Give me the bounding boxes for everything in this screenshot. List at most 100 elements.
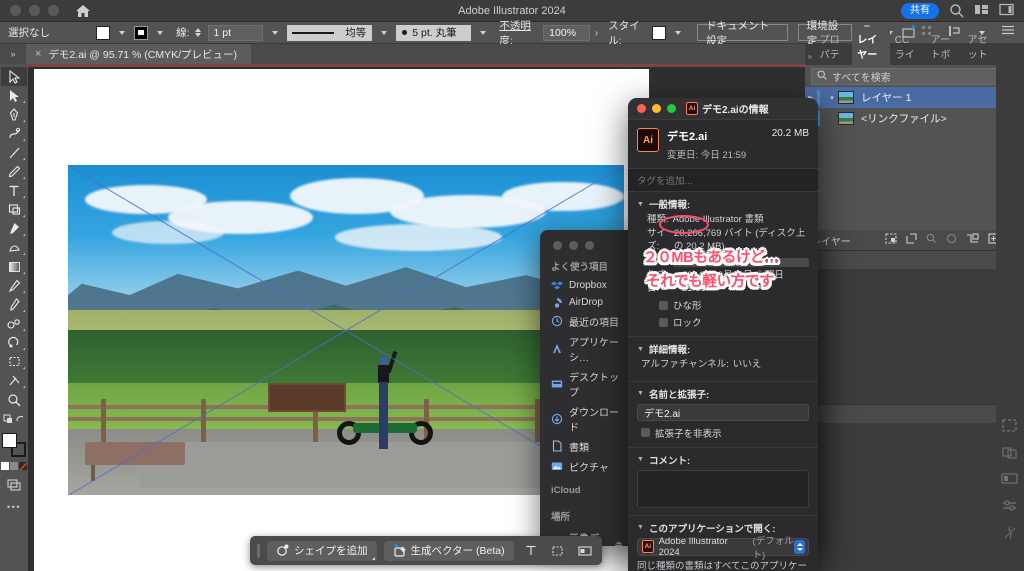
new-sublayer-icon[interactable] — [966, 233, 979, 247]
stroke-dropdown-caret-icon[interactable] — [157, 30, 164, 35]
delete-layer-icon[interactable] — [1008, 233, 1018, 247]
sidebar-item-downloads[interactable]: ダウンロード — [540, 401, 628, 436]
eject-icon[interactable]: ⏏ — [614, 539, 623, 546]
stroke-weight-field[interactable]: 1 pt — [207, 24, 263, 41]
chevron-down-icon[interactable]: ▼ — [637, 390, 644, 397]
chevron-down-icon[interactable]: ▼ — [637, 201, 644, 208]
color-mode-buttons[interactable] — [1, 462, 27, 470]
panel-strip-menu-icon-2[interactable] — [1005, 408, 1017, 420]
sidebar-item-recents[interactable]: 最近の項目 — [540, 311, 628, 331]
rotate-tool[interactable] — [1, 333, 27, 352]
close-window-button[interactable] — [10, 5, 21, 16]
fill-dropdown-caret-icon[interactable] — [119, 30, 126, 35]
close-document-icon[interactable]: × — [35, 48, 41, 60]
tab-artboards[interactable]: アートボ — [925, 27, 962, 65]
collapse-dock-icon[interactable]: » — [805, 52, 815, 65]
zoom-tool[interactable] — [1, 390, 27, 409]
tab-properties[interactable]: プロパテ — [815, 27, 853, 65]
layer-row-linked-file[interactable]: ▶ <リンクファイル> — [805, 108, 1024, 129]
eyedropper-tool[interactable] — [1, 276, 27, 295]
tab-layers[interactable]: レイヤー — [852, 27, 890, 65]
style-caret-icon[interactable] — [675, 30, 682, 35]
measure-tool[interactable] — [1, 295, 27, 314]
comments-textarea[interactable] — [637, 469, 809, 508]
new-layer-icon[interactable] — [988, 233, 999, 247]
type-tool[interactable] — [1, 181, 27, 200]
workspace-switcher-icon[interactable] — [999, 3, 1014, 18]
opacity-expand-icon[interactable]: › — [595, 27, 599, 39]
layers-search-input[interactable]: すべてを検索 — [811, 67, 1000, 85]
stroke-weight-stepper[interactable] — [194, 28, 201, 37]
hide-extension-checkbox[interactable] — [641, 428, 650, 438]
profile-caret-icon[interactable] — [381, 30, 388, 35]
fill-stroke-indicator[interactable] — [2, 433, 26, 457]
curvature-tool[interactable] — [1, 124, 27, 143]
chevron-down-icon[interactable]: ▼ — [637, 524, 644, 531]
artboard-tool-icon[interactable] — [548, 544, 568, 557]
direct-selection-tool[interactable] — [1, 86, 27, 105]
screen-mode-icon[interactable] — [1, 475, 27, 494]
swap-fill-stroke-icon[interactable] — [1, 409, 27, 428]
sidebar-item-desktop[interactable]: デスクトップ — [540, 366, 628, 401]
panel-strip-swatches[interactable] — [805, 250, 1024, 269]
expand-layer-icon[interactable]: ▾ — [826, 94, 838, 102]
stroke-profile-field[interactable]: 均等 — [286, 24, 373, 41]
home-icon[interactable] — [75, 4, 91, 18]
brush-definition-field[interactable]: 5 pt. 丸筆 — [396, 24, 472, 41]
name-ext-header[interactable]: ▼ 名前と拡張子: — [637, 387, 809, 401]
target-indicator-icon[interactable] — [1011, 115, 1018, 122]
arrange-documents-icon[interactable] — [974, 3, 989, 18]
panel-menu-icon[interactable] — [1001, 25, 1016, 40]
filter-icon[interactable] — [1006, 69, 1018, 84]
color-swatch-button[interactable] — [1, 462, 9, 470]
stroke-color-swatch[interactable] — [134, 25, 149, 40]
edit-toolbar-icon[interactable]: ••• — [7, 502, 21, 512]
sidebar-item-documents[interactable]: 書類 — [540, 436, 628, 456]
stationery-checkbox[interactable] — [659, 300, 668, 310]
fill-indicator[interactable] — [2, 433, 17, 448]
document-tab[interactable]: × デモ2.ai @ 95.71 % (CMYK/プレビュー) — [26, 44, 252, 64]
finder-traffic-lights[interactable] — [540, 230, 628, 250]
line-segment-tool[interactable] — [1, 143, 27, 162]
sidebar-item-applications[interactable]: アプリケーシ… — [540, 331, 628, 366]
gradient-tool[interactable] — [1, 257, 27, 276]
chevron-down-icon[interactable]: ▼ — [637, 346, 644, 353]
hide-extension-row[interactable]: 拡張子を非表示 — [641, 426, 809, 440]
add-shape-button[interactable]: シェイプを追加 — [267, 540, 377, 561]
info-tag-field[interactable]: タグを追加... — [628, 168, 818, 192]
opacity-field[interactable]: 100% — [543, 24, 590, 41]
info-minimize-button[interactable] — [652, 104, 661, 113]
locked-checkbox-row[interactable]: ロック — [659, 315, 809, 329]
tab-assets[interactable]: アセット — [963, 27, 1001, 65]
selection-tool[interactable] — [1, 67, 27, 86]
graphic-style-swatch[interactable] — [652, 25, 667, 40]
artboard-tool[interactable] — [1, 352, 27, 371]
locked-checkbox[interactable] — [659, 317, 668, 327]
release-to-layers-icon[interactable] — [906, 233, 917, 247]
finder-maximize-button[interactable] — [585, 241, 594, 250]
pen-tool[interactable] — [1, 105, 27, 124]
add-shape-caret-icon[interactable] — [371, 554, 375, 560]
gradient-button[interactable] — [10, 462, 18, 470]
type-tool-icon[interactable] — [521, 544, 541, 557]
shaper-tool[interactable] — [1, 238, 27, 257]
task-bar-drag-handle[interactable] — [257, 543, 260, 558]
fill-color-swatch[interactable] — [95, 25, 111, 40]
sidebar-item-airdrop[interactable]: AirDrop — [540, 294, 628, 311]
panel-scrollbar-thumb[interactable] — [1010, 306, 1017, 368]
target-indicator-icon[interactable] — [1011, 94, 1018, 101]
file-name-input[interactable]: デモ2.ai — [637, 403, 809, 421]
open-with-select[interactable]: Ai Adobe Illustrator 2024 (デフォルト) — [637, 536, 809, 561]
panel-strip-links[interactable] — [805, 404, 1024, 423]
sidebar-item-pictures[interactable]: ピクチャ — [540, 456, 628, 476]
generative-vector-button[interactable]: 生成ベクター (Beta) — [383, 540, 514, 561]
stroke-weight-caret-icon[interactable] — [271, 30, 278, 35]
search-icon[interactable] — [949, 3, 964, 18]
pencil-tool[interactable] — [1, 162, 27, 181]
get-info-window[interactable]: Ai デモ2.aiの情報 Ai デモ2.ai 変更日: 今日 21:59 20.… — [628, 98, 818, 571]
finder-close-button[interactable] — [553, 241, 562, 250]
none-button[interactable] — [19, 462, 27, 470]
slice-tool[interactable] — [1, 371, 27, 390]
collapse-panels-icon[interactable]: » — [0, 44, 26, 64]
share-button[interactable]: 共有 — [901, 2, 939, 19]
